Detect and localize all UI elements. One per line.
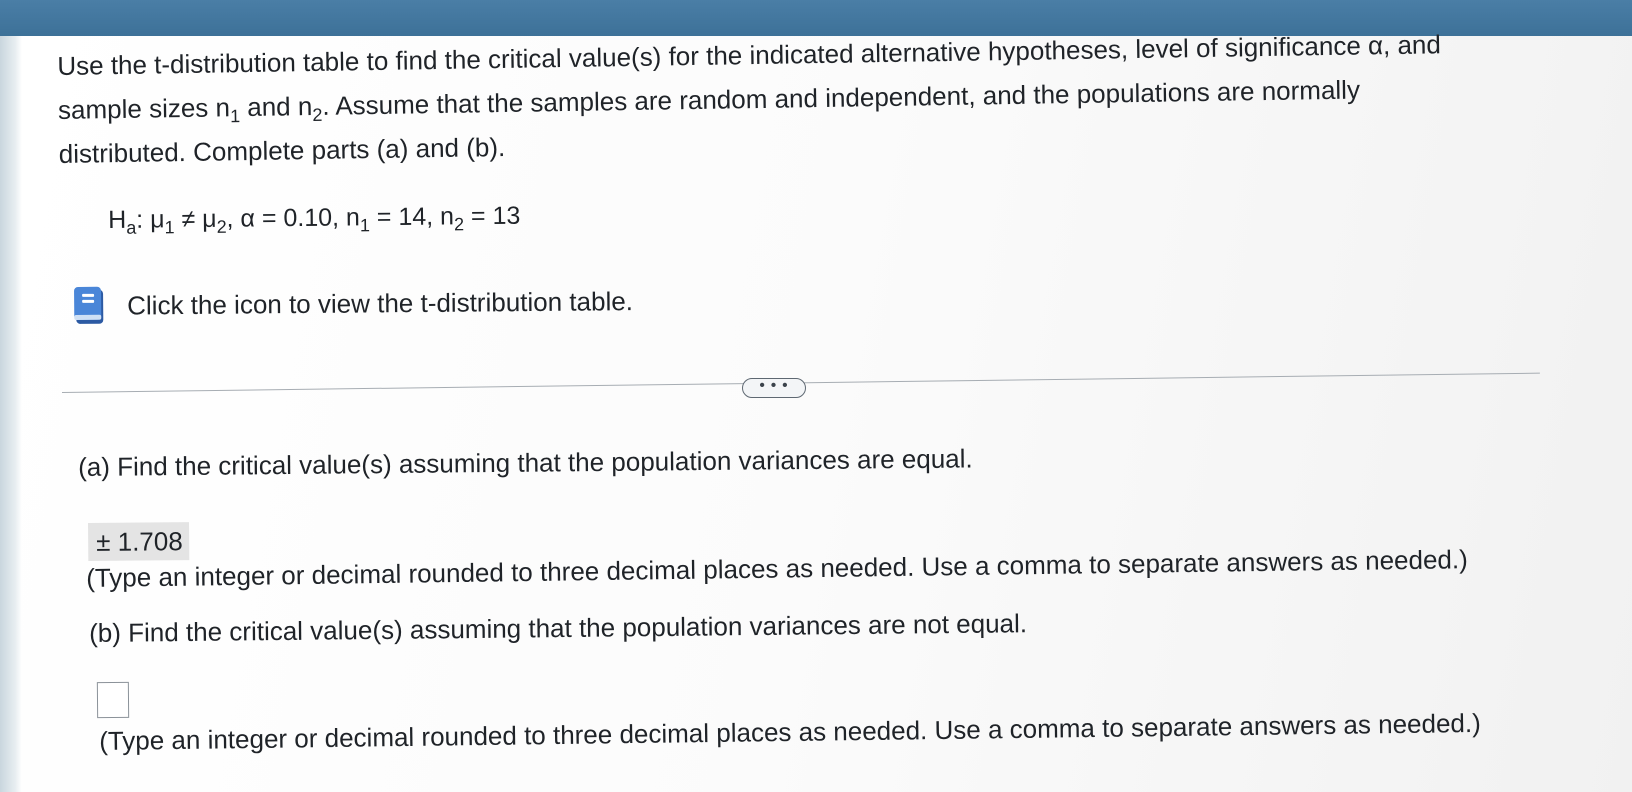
hypothesis-alpha: , α = 0.10, n (226, 203, 361, 233)
question-prompt: Use the t-distribution table to find the… (57, 20, 1579, 176)
alternative-hypothesis: Ha: μ1 ≠ μ2, α = 0.10, n1 = 14, n2 = 13 (108, 201, 521, 238)
hypothesis-mu1: : μ (136, 205, 165, 234)
hypothesis-h-subscript: a (126, 217, 137, 238)
prompt-line-3: distributed. Complete parts (a) and (b). (58, 131, 506, 169)
part-b-answer-input[interactable] (96, 681, 130, 719)
hypothesis-n2-value: = 13 (463, 201, 521, 231)
hypothesis-n2-subscript: 2 (453, 214, 465, 235)
hypothesis-neq: ≠ μ (174, 204, 217, 234)
hypothesis-n1-value: = 14, n (369, 202, 455, 232)
left-margin (0, 36, 22, 792)
prompt-line-2-mid: and n (239, 90, 313, 123)
part-a-answer[interactable]: ± 1.708 (88, 522, 189, 561)
t-table-link[interactable]: Click the icon to view the t-distributio… (73, 281, 633, 326)
prompt-line-2-end: . Assume that the samples are random and… (322, 74, 1361, 121)
t-table-link-label[interactable]: Click the icon to view the t-distributio… (127, 286, 633, 321)
prompt-line-2-start: sample sizes n (57, 92, 231, 125)
book-icon[interactable] (73, 286, 105, 326)
hypothesis-n1-subscript: 1 (359, 215, 371, 236)
expand-more-button[interactable]: • • • (742, 378, 806, 398)
n1-subscript: 1 (229, 106, 241, 127)
hypothesis-h: H (108, 205, 127, 234)
